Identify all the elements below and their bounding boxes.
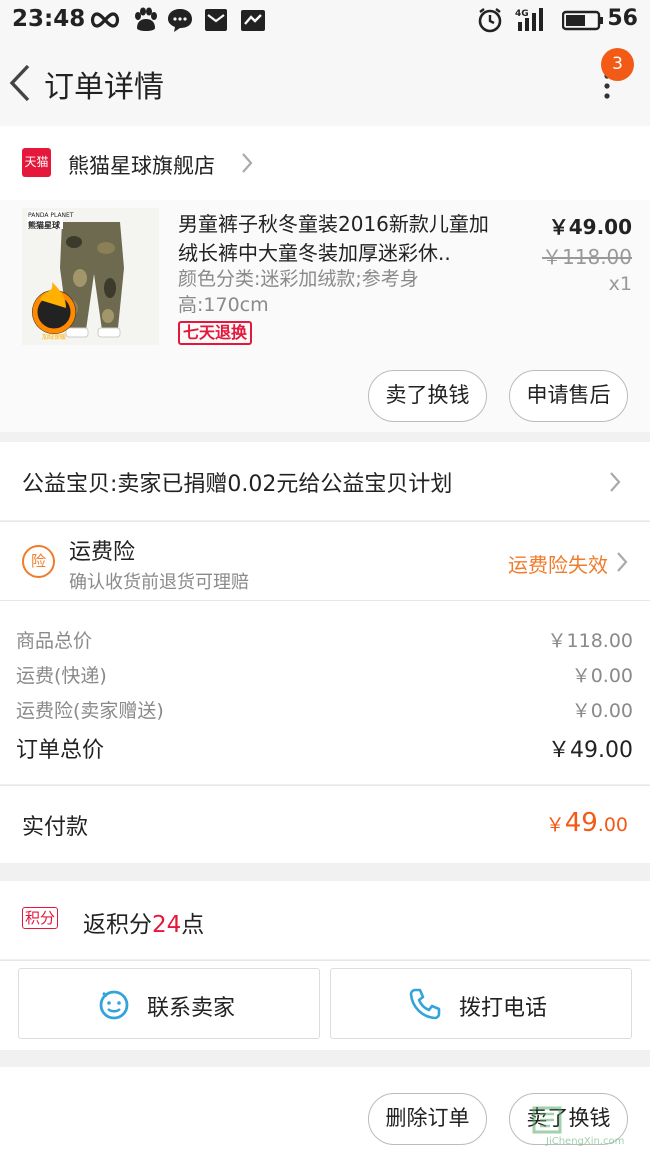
delete-order-button[interactable]: 删除订单 xyxy=(368,1093,487,1145)
summary-value: ￥118.00 xyxy=(547,630,633,652)
currency-symbol: ￥ xyxy=(545,814,565,836)
battery-icon xyxy=(562,10,603,31)
status-bar: 23:48 4G 56 xyxy=(0,0,650,40)
chat-smile-icon xyxy=(99,990,129,1020)
product-quantity: x1 xyxy=(608,273,632,295)
amount-decimal: .00 xyxy=(597,814,628,836)
charity-text: 公益宝贝:卖家已捐赠0.02元给公益宝贝计划 xyxy=(22,472,453,497)
contact-seller-button[interactable]: 联系卖家 xyxy=(18,968,320,1039)
alarm-icon xyxy=(478,8,502,33)
signal-icon: 4G xyxy=(515,8,543,31)
sell-for-cash-button[interactable]: 卖了换钱 xyxy=(368,370,487,422)
order-detail-page: 23:48 4G 56 订单详情 3 天猫 熊猫星球旗舰店 PANDA PLAN… xyxy=(0,0,650,1155)
notification-badge: 3 xyxy=(601,48,634,81)
points-text: 返积分24点 xyxy=(83,905,204,939)
shop-row[interactable]: 天猫 熊猫星球旗舰店 xyxy=(0,126,650,200)
product-spec: 颜色分类:迷彩加绒款;参考身高:170cm xyxy=(178,268,419,316)
order-total-label: 订单总价 xyxy=(16,738,105,763)
call-phone-button[interactable]: 拨打电话 xyxy=(330,968,632,1039)
call-phone-label: 拨打电话 xyxy=(459,996,548,1021)
product-title[interactable]: 男童裤子秋冬童装2016新款儿童加绒长裤中大童冬装加厚迷彩休.. xyxy=(178,210,508,268)
summary-label: 商品总价 xyxy=(16,630,93,652)
summary-label: 运费险(卖家赠送) xyxy=(16,700,164,722)
charity-row[interactable]: 公益宝贝:卖家已捐赠0.02元给公益宝贝计划 xyxy=(0,442,650,520)
contact-row: 联系卖家 拨打电话 xyxy=(0,960,650,1050)
tmall-logo: 天猫 xyxy=(22,148,51,177)
after-sales-button[interactable]: 申请售后 xyxy=(509,370,628,422)
summary-value: ￥0.00 xyxy=(571,665,633,687)
site-watermark: JiChengXin.com xyxy=(530,1102,648,1152)
status-time: 23:48 xyxy=(12,6,86,32)
battery-percent: 56 xyxy=(607,6,638,31)
thumb-brand-label: PANDA PLANET xyxy=(28,212,74,219)
points-tag: 积分 xyxy=(22,907,59,929)
insurance-status[interactable]: 运费险失效 xyxy=(508,549,608,578)
paw-icon xyxy=(135,7,157,31)
watermark-text: JiChengXin.com xyxy=(546,1136,625,1147)
product-thumbnail[interactable]: PANDA PLANET 熊猫星球 加绒保暖 xyxy=(22,208,159,345)
shop-name[interactable]: 熊猫星球旗舰店 xyxy=(68,150,215,180)
nav-bar: 订单详情 3 xyxy=(0,40,650,126)
mail-icon xyxy=(205,9,227,31)
amount-paid-value: ￥49.00 xyxy=(546,808,628,838)
insurance-title: 运费险 xyxy=(69,540,136,565)
product-original-price: ￥118.00 xyxy=(542,245,632,269)
order-total-value: ￥49.00 xyxy=(548,738,633,763)
points-prefix: 返积分 xyxy=(83,912,152,938)
chevron-right-icon xyxy=(610,472,621,492)
notification-card-icon xyxy=(241,10,265,31)
product-item[interactable]: PANDA PLANET 熊猫星球 加绒保暖 男童裤子秋冬童装2016新款儿童加… xyxy=(0,200,650,432)
chevron-right-icon xyxy=(617,552,628,572)
watermark-logo-icon xyxy=(532,1106,562,1134)
amount-integer: 49 xyxy=(564,808,598,838)
summary-value: ￥0.00 xyxy=(571,700,633,722)
product-price: ￥49.00 xyxy=(548,215,632,239)
page-title: 订单详情 xyxy=(44,70,164,105)
chat-bubble-icon xyxy=(168,9,192,32)
infinity-icon xyxy=(90,12,120,28)
return-policy-tag: 七天退换 xyxy=(178,321,253,345)
thumb-brand-cn-label: 熊猫星球 xyxy=(28,221,60,230)
thumb-badge-label: 加绒保暖 xyxy=(42,334,67,341)
insurance-icon: 险 xyxy=(22,545,55,578)
shipping-insurance-row[interactable]: 险 运费险 确认收货前退货可理赔 运费险失效 xyxy=(0,521,650,600)
amount-paid-label: 实付款 xyxy=(22,815,89,840)
price-summary: 商品总价 ￥118.00 运费(快递) ￥0.00 运费险(卖家赠送) ￥0.0… xyxy=(0,600,650,784)
contact-seller-label: 联系卖家 xyxy=(147,996,236,1021)
points-suffix: 点 xyxy=(181,912,205,938)
svg-text:4G: 4G xyxy=(515,9,529,19)
points-value: 24 xyxy=(152,912,182,938)
phone-icon xyxy=(409,988,441,1020)
chevron-right-icon xyxy=(242,153,253,173)
back-arrow-icon[interactable] xyxy=(4,60,38,106)
summary-label: 运费(快递) xyxy=(16,665,107,687)
amount-paid-row: 实付款 ￥49.00 xyxy=(0,785,650,863)
insurance-subtitle: 确认收货前退货可理赔 xyxy=(69,572,249,593)
points-row: 积分 返积分24点 xyxy=(0,881,650,959)
